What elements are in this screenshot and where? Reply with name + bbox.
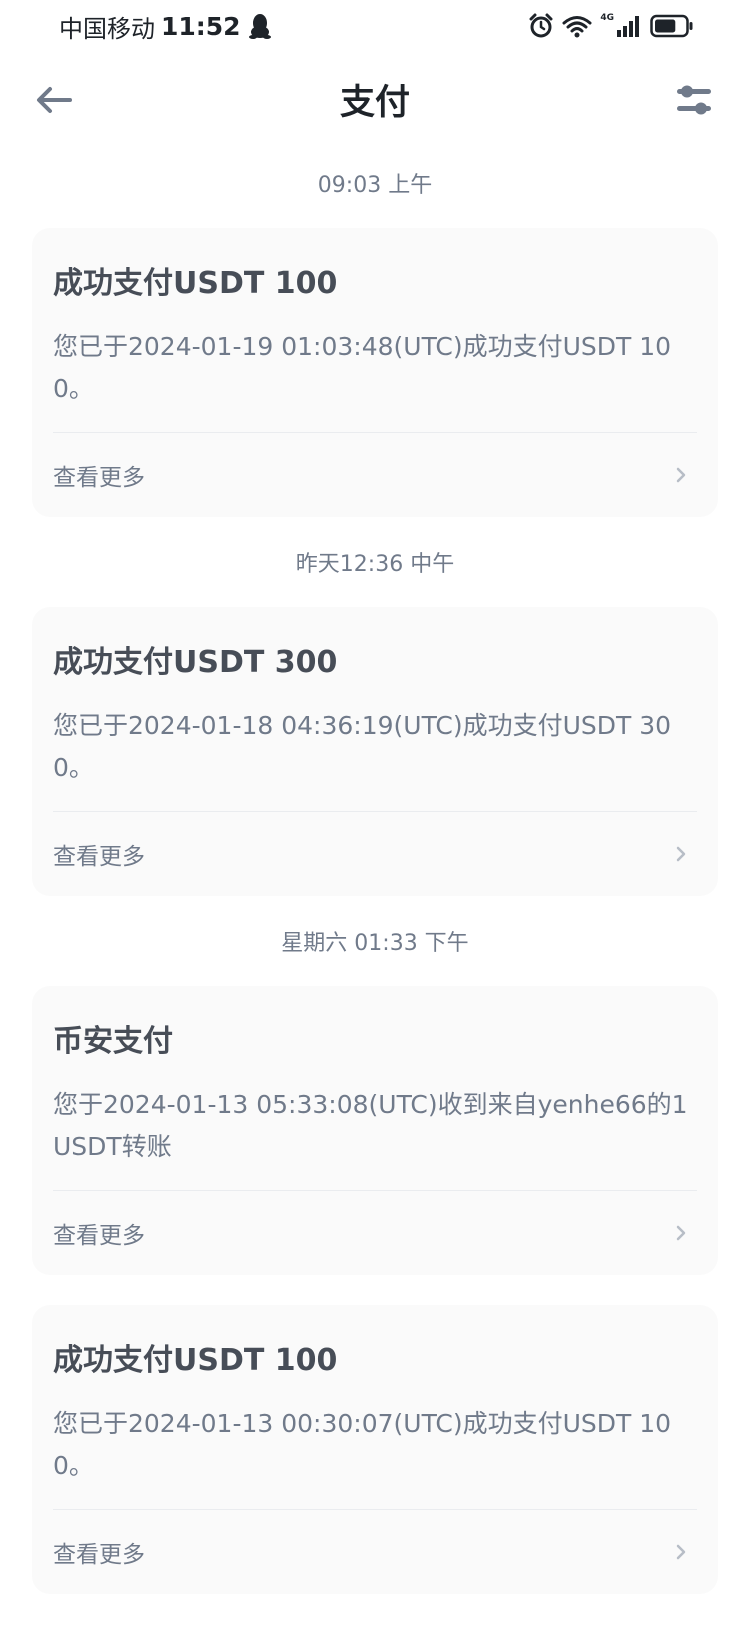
alarm-clock-icon [529,13,553,38]
time-label: 09:03 上午 [317,173,433,198]
view-more-link[interactable]: 查看更多 [53,812,697,896]
chevron-right-icon [671,1223,691,1243]
carrier-name: 中国移动 [59,14,155,43]
view-more-label: 查看更多 [53,1542,145,1568]
notification-card: 成功支付USDT 100 您已于2024-01-19 01:03:48(UTC)… [32,228,718,517]
chevron-right-icon [671,1542,691,1562]
page-title: 支付 [339,83,410,123]
chevron-right-icon [671,465,691,485]
card-body: 您于2024-01-13 05:33:08(UTC)收到来自yenhe66的1 … [53,1090,688,1161]
view-more-link[interactable]: 查看更多 [53,1191,697,1275]
qq-penguin-icon [248,14,271,39]
notification-card: 成功支付USDT 100 您已于2024-01-13 00:30:07(UTC)… [32,1305,718,1594]
sliders-icon [677,85,711,115]
card-title: 成功支付USDT 100 [53,266,338,301]
card-body: 您已于2024-01-13 00:30:07(UTC)成功支付USDT 100。 [53,1409,672,1480]
nav-bar: 支付 [0,62,750,138]
card-body: 您已于2024-01-19 01:03:48(UTC)成功支付USDT 100。 [53,332,672,403]
status-right: 4G [528,10,694,42]
notification-card: 成功支付USDT 300 您已于2024-01-18 04:36:19(UTC)… [32,607,718,896]
status-left: 中国移动 11:52 [59,10,271,43]
view-more-link[interactable]: 查看更多 [53,1510,697,1594]
notification-feed: 09:03 上午 成功支付USDT 100 您已于2024-01-19 01:0… [32,168,718,1624]
network-type-label: 4G [600,13,614,23]
card-title: 成功支付USDT 300 [53,645,338,680]
signal-icon [617,16,639,37]
status-bar: 中国移动 11:52 4G [0,0,750,52]
chevron-right-icon [671,844,691,864]
view-more-label: 查看更多 [53,1223,145,1249]
view-more-label: 查看更多 [53,465,145,491]
card-title: 币安支付 [53,1024,173,1059]
payments-page: 中国移动 11:52 4G 支付 09:03 上午 成功支付USDT 100 您… [0,0,750,1625]
filter-settings-button[interactable] [672,78,716,122]
battery-icon [650,14,693,38]
card-title: 成功支付USDT 100 [53,1343,338,1378]
card-body: 您已于2024-01-18 04:36:19(UTC)成功支付USDT 300。 [53,711,672,782]
time-label: 星期六 01:33 下午 [281,931,469,956]
view-more-label: 查看更多 [53,844,145,870]
time-label: 昨天12:36 中午 [295,552,455,577]
notification-card: 币安支付 您于2024-01-13 05:33:08(UTC)收到来自yenhe… [32,986,718,1275]
status-time: 11:52 [161,11,241,41]
wifi-icon [562,16,592,38]
view-more-link[interactable]: 查看更多 [53,433,697,517]
